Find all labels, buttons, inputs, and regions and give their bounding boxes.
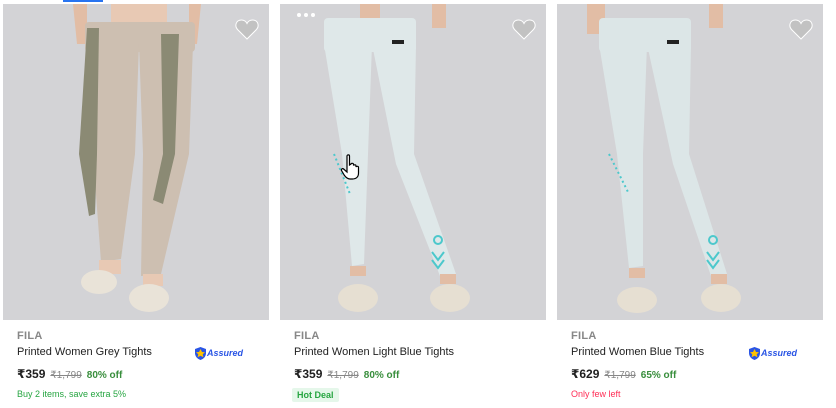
product-image[interactable]: [557, 4, 823, 320]
original-price: ₹1,799: [327, 370, 359, 381]
product-title[interactable]: Printed Women Grey Tights: [17, 346, 152, 358]
original-price: ₹1,799: [604, 370, 636, 381]
shield-icon: [194, 346, 206, 360]
product-title[interactable]: Printed Women Blue Tights: [571, 346, 704, 358]
assured-badge: Assured: [194, 346, 243, 360]
leggings-photo: [280, 4, 546, 320]
price-row: ₹359 ₹1,799 80% off: [17, 367, 122, 381]
product-card[interactable]: FILA Printed Women Light Blue Tights ₹35…: [280, 0, 546, 408]
discount-percent: 80% off: [363, 370, 400, 381]
product-card[interactable]: FILA Printed Women Grey Tights Assured ₹…: [3, 0, 269, 408]
discount-percent: 80% off: [86, 370, 123, 381]
offer-text: Buy 2 items, save extra 5%: [17, 389, 127, 399]
hot-deal-badge: Hot Deal: [292, 388, 339, 402]
product-grid: FILA Printed Women Grey Tights Assured ₹…: [0, 0, 836, 408]
selling-price: ₹359: [17, 367, 46, 381]
shield-icon: [748, 346, 760, 360]
wishlist-heart-icon[interactable]: [235, 18, 259, 40]
assured-label: Assured: [760, 348, 797, 358]
price-row: ₹359 ₹1,799 80% off: [294, 367, 399, 381]
product-image[interactable]: [3, 4, 269, 320]
product-image[interactable]: [280, 4, 546, 320]
product-brand: FILA: [294, 330, 320, 342]
assured-label: Assured: [206, 348, 243, 358]
discount-percent: 65% off: [640, 370, 677, 381]
leggings-photo: [557, 4, 823, 320]
product-brand: FILA: [571, 330, 597, 342]
product-title[interactable]: Printed Women Light Blue Tights: [294, 346, 454, 358]
original-price: ₹1,799: [50, 370, 82, 381]
product-brand: FILA: [17, 330, 43, 342]
price-row: ₹629 ₹1,799 65% off: [571, 367, 676, 381]
dots-icon[interactable]: [296, 12, 316, 18]
hand-cursor-icon: [340, 154, 360, 180]
assured-badge: Assured: [748, 346, 797, 360]
product-card[interactable]: FILA Printed Women Blue Tights Assured ₹…: [557, 0, 823, 408]
selling-price: ₹629: [571, 367, 600, 381]
wishlist-heart-icon[interactable]: [512, 18, 536, 40]
leggings-photo: [3, 4, 269, 320]
wishlist-heart-icon[interactable]: [789, 18, 813, 40]
stock-note: Only few left: [571, 389, 621, 399]
selling-price: ₹359: [294, 367, 323, 381]
